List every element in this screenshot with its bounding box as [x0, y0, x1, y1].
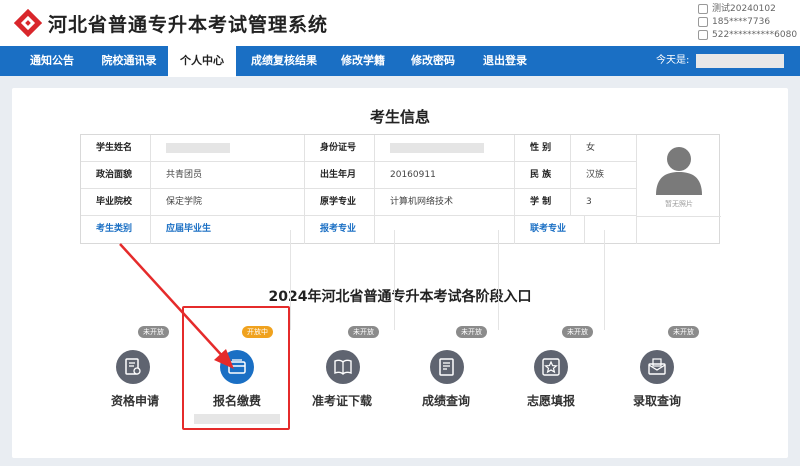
avatar-placeholder-icon	[656, 147, 702, 195]
stage-qualification[interactable]: 未开放 资格申请	[82, 318, 188, 430]
top-bar: 河北省普通专升本考试管理系统 测试20240102 185****7736 52…	[0, 0, 800, 46]
label-study-length: 学 制	[515, 189, 571, 216]
site-title: 河北省普通专升本考试管理系统	[48, 14, 329, 36]
book-icon	[334, 359, 352, 375]
stage-volunteer-filling[interactable]: 未开放 志愿填报	[498, 318, 604, 430]
today-label: 今天是:	[656, 55, 690, 66]
status-badge: 未开放	[562, 326, 593, 338]
value-original-major: 计算机网络技术	[375, 189, 515, 216]
stage-score-query[interactable]: 未开放 成绩查询	[394, 318, 498, 430]
nav-logout[interactable]: 退出登录	[472, 46, 538, 76]
stage-admission-query[interactable]: 未开放 录取查询	[604, 318, 710, 430]
stage-label: 志愿填报	[526, 394, 575, 408]
value-study-length: 3	[571, 189, 637, 216]
user-info: 测试20240102 185****7736 522**********6080	[698, 2, 798, 41]
status-badge: 未开放	[348, 326, 379, 338]
status-badge: 未开放	[668, 326, 699, 338]
label-political-status: 政治面貌	[81, 162, 151, 189]
stage-icon-circle	[640, 350, 674, 384]
photo-caption: 暂无照片	[665, 200, 693, 208]
stage-icon-circle	[116, 350, 150, 384]
label-birth-date: 出生年月	[305, 162, 375, 189]
nav-edit-enrollment[interactable]: 修改学籍	[330, 46, 396, 76]
stage-admission-ticket[interactable]: 未开放 准考证下载	[290, 318, 394, 430]
stage-icon-circle	[534, 350, 568, 384]
stage-label: 资格申请	[110, 394, 159, 408]
stage-divider	[604, 230, 605, 330]
label-ethnicity: 民 族	[515, 162, 571, 189]
stage-icon-circle	[430, 350, 464, 384]
stage-divider	[290, 230, 291, 330]
value-applied-major	[375, 216, 515, 244]
main-nav: 通知公告 院校通讯录 个人中心 成绩复核结果 修改学籍 修改密码 退出登录 今天…	[0, 45, 800, 77]
stages-title: 2024年河北省普通专升本考试各阶段入口	[268, 289, 532, 305]
label-graduate-school: 毕业院校	[81, 189, 151, 216]
value-candidate-type: 应届毕业生	[151, 216, 305, 244]
user-icon	[698, 3, 708, 14]
value-ethnicity: 汉族	[571, 162, 637, 189]
id-card-icon	[698, 29, 708, 40]
label-gender: 性 别	[515, 135, 571, 162]
label-name: 学生姓名	[81, 135, 151, 162]
nav-personal-center[interactable]: 个人中心	[168, 45, 236, 77]
nav-school-directory[interactable]: 院校通讯录	[90, 46, 168, 76]
admission-mail-icon	[648, 358, 666, 375]
greeting-name-redacted	[696, 54, 784, 68]
value-birth-date: 20160911	[375, 162, 515, 189]
stage-icon-circle	[326, 350, 360, 384]
user-id-line: 522**********6080	[698, 28, 798, 41]
nav-score-review[interactable]: 成绩复核结果	[244, 46, 324, 76]
value-name	[151, 135, 305, 162]
student-info-table: 学生姓名 身份证号 性 别 女 政治面貌 共青团员 出生年月 20160911 …	[80, 134, 721, 244]
nav-change-password[interactable]: 修改密码	[400, 46, 466, 76]
nav-notices[interactable]: 通知公告	[18, 46, 86, 76]
label-id-number: 身份证号	[305, 135, 375, 162]
stage-divider	[498, 230, 499, 330]
user-phone-line: 185****7736	[698, 15, 798, 28]
status-badge: 未开放	[456, 326, 487, 338]
stage-label: 准考证下载	[311, 394, 372, 408]
id-redacted	[390, 142, 484, 153]
value-gender: 女	[571, 135, 637, 162]
certificate-icon	[125, 358, 141, 375]
stage-label: 录取查询	[632, 394, 681, 408]
score-sheet-icon	[439, 358, 454, 376]
value-joint-major	[585, 216, 637, 244]
student-info-title: 考生信息	[369, 108, 430, 126]
value-graduate-school: 保定学院	[151, 189, 305, 216]
label-original-major: 原学专业	[305, 189, 375, 216]
name-redacted	[166, 142, 230, 153]
value-id-number	[375, 135, 515, 162]
label-joint-major: 联考专业	[515, 216, 585, 244]
star-form-icon	[542, 358, 560, 376]
label-applied-major: 报考专业	[305, 216, 375, 244]
stage-label: 成绩查询	[421, 394, 470, 408]
user-name-line: 测试20240102	[698, 2, 798, 15]
exam-logo-icon	[14, 9, 42, 37]
stage-divider	[394, 230, 395, 330]
status-badge: 未开放	[138, 326, 169, 338]
label-candidate-type: 考生类别	[81, 216, 151, 244]
photo-cell: 暂无照片	[637, 135, 721, 217]
phone-icon	[698, 16, 708, 27]
highlight-box	[182, 306, 290, 430]
value-political-status: 共青团员	[151, 162, 305, 189]
